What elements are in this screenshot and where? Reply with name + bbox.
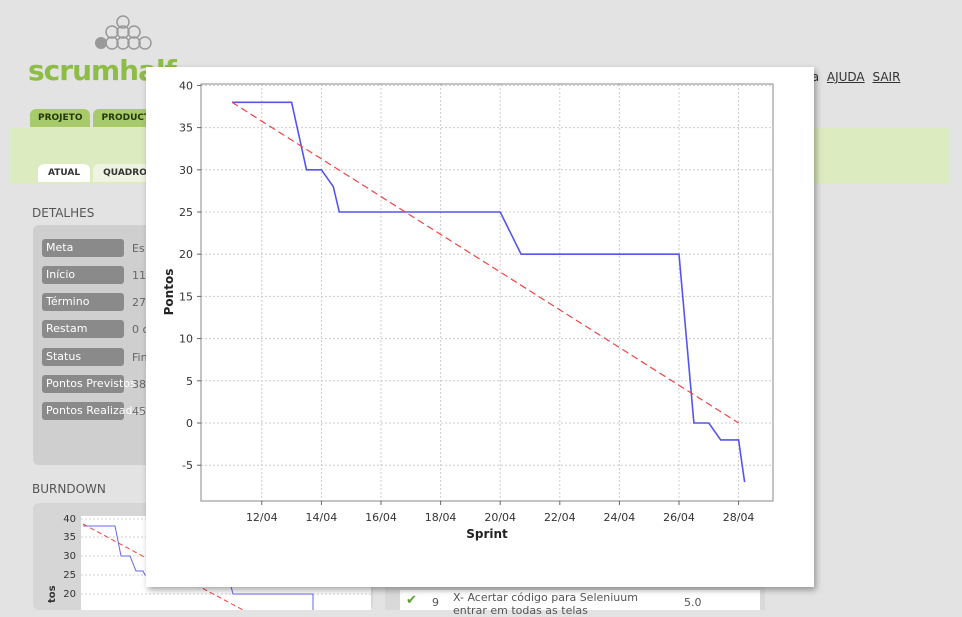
x-tick-label: 24/04 [604,511,636,524]
x-tick-label: 18/04 [425,511,457,524]
detail-value: 27 [132,295,146,309]
thumb-ytick: 30 [63,551,76,562]
detail-label: Pontos Realizados [42,402,145,420]
detail-row: Restam 0 c [42,320,149,338]
x-tick-label: 28/04 [723,511,755,524]
thumb-ylabel: tos [47,585,58,603]
tab-projeto[interactable]: PROJETO [30,109,91,127]
x-tick-label: 14/04 [306,511,338,524]
x-tick-label: 26/04 [663,511,695,524]
thumb-ytick: 35 [63,532,76,543]
detail-row: Status Fin [42,348,148,366]
detail-label: Pontos Previstos [42,375,136,393]
burndown-title: BURNDOWN [32,482,106,496]
task-text: X- Acertar código para Seleniuum [453,591,638,604]
actual-line [232,101,746,483]
y-tick-label: 0 [186,417,193,430]
detail-label: Restam [42,320,124,338]
details-panel [33,225,163,465]
plot-frame [200,83,774,502]
y-tick-label: 5 [186,375,193,388]
y-tick-label: 35 [179,122,193,135]
x-tick-label: 16/04 [365,511,397,524]
x-tick-label: 22/04 [544,511,576,524]
detail-label: Meta [42,239,124,257]
y-tick-label: 10 [179,333,193,346]
detail-row: Meta Es [42,239,145,257]
thumb-ytick: 20 [63,589,76,600]
logout-link[interactable]: SAIR [872,70,900,84]
task-number: 9 [432,596,439,609]
logo-balls-icon [95,15,152,50]
check-icon: ✔ [406,593,417,608]
y-tick-label: 15 [179,290,193,303]
detail-row: Pontos Realizados 45 [42,402,146,420]
x-tick-label: 12/04 [246,511,278,524]
y-tick-label: -5 [182,459,193,472]
burndown-modal[interactable]: 40 35 30 25 20 15 10 5 0 -5 12/04 14/04 16/04 18/04 2… [146,67,814,587]
thumb-ytick: 40 [63,514,76,525]
y-tick-label: 20 [179,248,193,261]
y-tick-label: 25 [179,206,193,219]
tab-atual[interactable]: ATUAL [38,164,91,182]
detail-value: 45 [132,404,146,418]
y-tick-label: 30 [179,164,193,177]
thumb-ytick: 25 [63,570,76,581]
details-title: DETALHES [32,206,95,220]
detail-label: Status [42,348,124,366]
detail-row: Início 11 [42,266,146,284]
help-link[interactable]: AJUDA [827,70,865,84]
detail-value: Es [132,241,145,255]
burndown-chart: 40 35 30 25 20 15 10 5 0 -5 12/04 14/04 16/04 18/04 2… [162,79,774,541]
task-points: 5.0 [684,596,702,609]
detail-value: 11 [132,268,146,282]
task-text-2: entrar em todas as telas [453,604,588,617]
x-tick-label: 20/04 [484,511,516,524]
y-tick-label: 40 [179,79,193,92]
task-row[interactable]: ✔ 9 X- Acertar código para Seleniuum ent… [400,590,760,617]
detail-label: Término [42,293,124,311]
x-axis-label: Sprint [466,527,508,541]
ideal-line [231,101,739,424]
y-axis-label: Pontos [162,269,176,316]
main-tabs: PROJETO PRODUCT [30,109,161,127]
top-nav: ma AJUDA SAIR [800,70,900,84]
detail-row: Pontos Previstos 38 [42,375,146,393]
detail-value: 38 [132,377,146,391]
detail-row: Término 27 [42,293,146,311]
detail-label: Início [42,266,124,284]
